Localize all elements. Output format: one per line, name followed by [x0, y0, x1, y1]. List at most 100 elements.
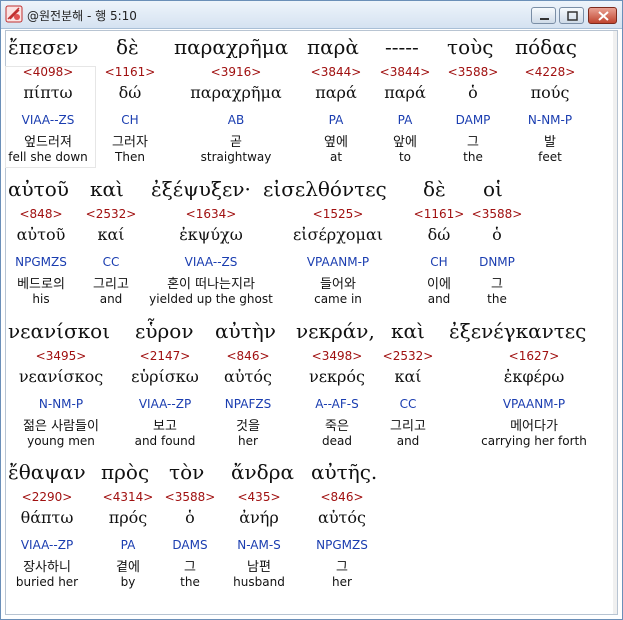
minimize-button[interactable]: [531, 7, 556, 24]
strong-number: <3588>: [471, 207, 523, 221]
lemma-text: ἐκφέρω: [503, 367, 565, 386]
close-icon: [598, 11, 609, 21]
strong-number: <4098>: [22, 65, 74, 79]
korean-gloss: 보고: [153, 419, 177, 434]
strong-number: <3844>: [379, 65, 431, 79]
strong-number: <4314>: [102, 490, 154, 504]
greek-text-word[interactable]: καὶ: [90, 177, 124, 201]
lemma-text: πίπτω: [23, 83, 73, 102]
english-gloss: her: [332, 575, 352, 589]
morphology-code: N-NM-P: [527, 113, 573, 127]
lemma-text: καί: [394, 367, 422, 386]
english-gloss: came in: [314, 292, 362, 306]
greek-text-word[interactable]: αὐτοῦ: [8, 177, 69, 201]
title-bar[interactable]: @원전분해 - 행 5:10: [1, 1, 622, 29]
greek-text-word[interactable]: νεανίσκοι: [8, 319, 110, 343]
lemma-text: εἰσέρχομαι: [293, 225, 383, 244]
scrollbar[interactable]: [613, 31, 617, 614]
strong-number: <1161>: [413, 207, 465, 221]
english-gloss: dead: [322, 434, 352, 448]
korean-gloss: 장사하니: [23, 560, 71, 575]
morphology-code: CC: [102, 255, 120, 269]
greek-text-word[interactable]: ἐξενέγκαντες: [449, 319, 586, 343]
english-gloss: young men: [27, 434, 95, 448]
lemma-text: δώ: [427, 225, 451, 244]
greek-text-word[interactable]: αὐτῆς.: [311, 460, 377, 484]
lemma-text: παρά: [315, 83, 357, 102]
morphology-code: DAMS: [172, 538, 208, 552]
morphology-code: A--AF-S: [315, 397, 359, 411]
morphology-code: VIAA--ZP: [138, 397, 192, 411]
greek-text-word[interactable]: τὸν: [169, 460, 204, 484]
morphology-code: NPGMZS: [15, 255, 67, 269]
greek-text-word[interactable]: καὶ: [391, 319, 425, 343]
korean-gloss: 앞에: [393, 135, 417, 150]
lemma-text: νεανίσκος: [18, 367, 104, 386]
greek-text-word[interactable]: -----: [385, 35, 419, 59]
korean-gloss: 그: [467, 135, 479, 150]
lemma-text: θάπτω: [20, 508, 74, 527]
english-gloss: by: [120, 575, 136, 589]
greek-text-word[interactable]: πρὸς: [101, 460, 149, 484]
korean-gloss: 이에: [427, 277, 451, 292]
strong-number: <1627>: [508, 349, 560, 363]
greek-text-word[interactable]: παραχρῆμα: [174, 35, 288, 59]
lemma-text: πρός: [108, 508, 148, 527]
korean-gloss: 발: [544, 135, 556, 150]
greek-text-word[interactable]: πόδας: [515, 35, 577, 59]
greek-text-word[interactable]: ἔπεσεν: [8, 35, 78, 59]
greek-text-word[interactable]: ἄνδρα: [231, 460, 294, 484]
greek-text-word[interactable]: εὗρον: [135, 319, 193, 343]
greek-text-word[interactable]: εἰσελθόντες: [263, 177, 387, 201]
morphology-code: VPAANM-P: [306, 255, 370, 269]
strong-number: <2532>: [382, 349, 434, 363]
english-gloss: Then: [115, 150, 145, 164]
greek-text-word[interactable]: τοὺς: [447, 35, 493, 59]
english-gloss: her: [238, 434, 258, 448]
strong-number: <846>: [320, 490, 364, 504]
english-gloss: the: [463, 150, 483, 164]
korean-gloss: 남편: [247, 560, 271, 575]
korean-gloss: 엎드러져: [24, 135, 72, 150]
strong-number: <1634>: [185, 207, 237, 221]
english-gloss: the: [180, 575, 200, 589]
strong-number: <3844>: [310, 65, 362, 79]
strong-number: <1161>: [104, 65, 156, 79]
greek-text-word[interactable]: ἔθαψαν: [8, 460, 86, 484]
english-gloss: and found: [134, 434, 196, 448]
korean-gloss: 그러자: [112, 135, 148, 150]
lemma-text: αὐτός: [318, 508, 366, 527]
korean-gloss: 메어다가: [510, 419, 558, 434]
korean-gloss: 옆에: [324, 135, 348, 150]
english-gloss: his: [32, 292, 50, 306]
greek-text-word[interactable]: νεκράν,: [296, 319, 375, 343]
greek-text-word[interactable]: δὲ: [423, 177, 446, 201]
lemma-text: ὁ: [468, 83, 478, 102]
strong-number: <4228>: [524, 65, 576, 79]
strong-number: <3498>: [311, 349, 363, 363]
greek-text-word[interactable]: δὲ: [116, 35, 139, 59]
morphology-code: PA: [120, 538, 136, 552]
english-gloss: and: [99, 292, 123, 306]
korean-gloss: 곧: [230, 135, 242, 150]
morphology-code: VPAANM-P: [502, 397, 566, 411]
lemma-text: καί: [97, 225, 125, 244]
morphology-code: N-AM-S: [237, 538, 281, 552]
greek-text-word[interactable]: παρὰ: [307, 35, 359, 59]
greek-text-word[interactable]: αὐτὴν: [215, 319, 276, 343]
korean-gloss: 들어와: [320, 277, 356, 292]
lemma-text: παραχρῆμα: [190, 83, 282, 102]
morphology-code: CC: [399, 397, 417, 411]
morphology-code: NPGMZS: [316, 538, 368, 552]
close-button[interactable]: [588, 7, 617, 24]
korean-gloss: 것을: [236, 419, 260, 434]
maximize-button[interactable]: [559, 7, 584, 24]
lemma-text: δώ: [118, 83, 142, 102]
minimize-icon: [540, 18, 549, 20]
greek-text-word[interactable]: ἐξέψυξεν·: [151, 177, 251, 201]
lemma-text: εὑρίσκω: [131, 367, 199, 386]
greek-text-word[interactable]: οἱ: [483, 177, 503, 201]
interlinear-panel[interactable]: ἔπεσεν δὲ παραχρῆμα παρὰ ----- τοὺς πόδας <4098…: [5, 30, 618, 615]
strong-number: <435>: [237, 490, 281, 504]
korean-gloss: 그: [184, 560, 196, 575]
